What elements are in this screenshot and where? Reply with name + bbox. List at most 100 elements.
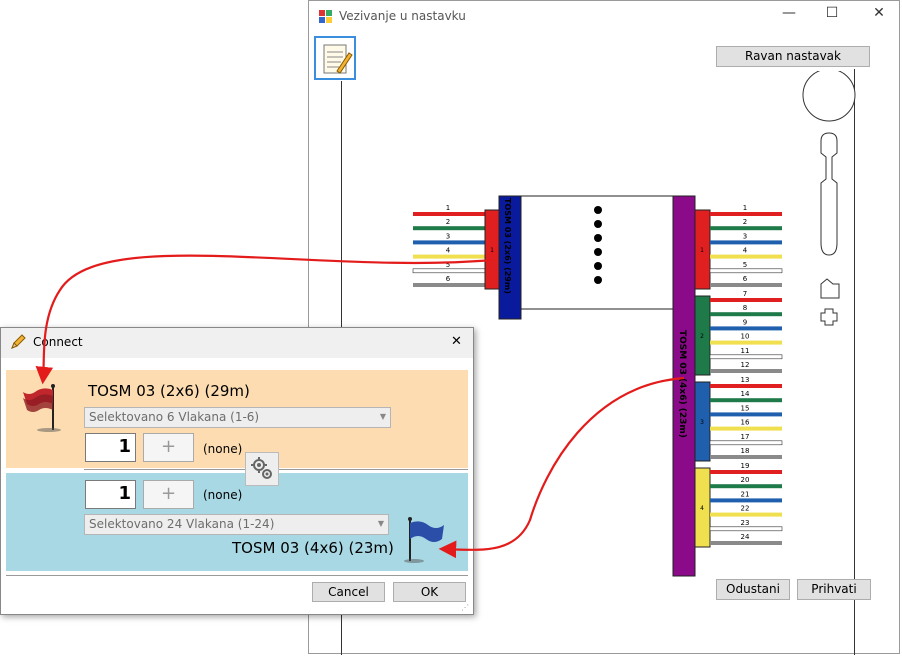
right-fiber-number: 14 bbox=[741, 390, 750, 398]
footer-separator bbox=[6, 575, 468, 576]
splice-dot bbox=[594, 206, 602, 214]
blue-flag-icon bbox=[404, 517, 444, 563]
left-fiber bbox=[413, 212, 485, 216]
right-tube-number: 2 bbox=[700, 333, 704, 340]
target-plus-button[interactable]: + bbox=[143, 480, 194, 509]
source-none-label: (none) bbox=[203, 442, 243, 456]
right-fiber bbox=[709, 526, 783, 532]
right-fiber bbox=[710, 212, 782, 216]
right-fiber-number: 17 bbox=[741, 433, 750, 441]
right-fiber bbox=[710, 326, 782, 331]
left-fiber-number: 5 bbox=[446, 261, 450, 269]
cancel-button[interactable]: Cancel bbox=[312, 582, 385, 602]
chevron-down-icon: ▼ bbox=[379, 412, 386, 421]
splice-dot bbox=[594, 234, 602, 242]
target-start-input[interactable]: 1 bbox=[85, 480, 136, 509]
right-fiber bbox=[710, 484, 782, 489]
right-fiber-number: 3 bbox=[743, 232, 747, 240]
right-fiber bbox=[710, 512, 782, 517]
right-fiber bbox=[709, 268, 783, 274]
right-fiber bbox=[710, 298, 782, 302]
target-combo-text: Selektovano 24 Vlakana (1-24) bbox=[89, 517, 275, 531]
right-fiber bbox=[710, 384, 782, 388]
right-fiber-number: 21 bbox=[741, 490, 750, 498]
left-fiber-number: 2 bbox=[446, 218, 450, 226]
source-plus-button[interactable]: + bbox=[143, 433, 194, 462]
chevron-down-icon: ▼ bbox=[377, 519, 384, 528]
left-fiber bbox=[412, 268, 486, 274]
right-fiber bbox=[710, 498, 782, 503]
left-fiber bbox=[413, 226, 485, 231]
right-fiber-number: 5 bbox=[743, 261, 747, 269]
dialog-close-button[interactable]: ✕ bbox=[451, 334, 462, 349]
right-fiber-number: 8 bbox=[743, 304, 747, 312]
source-fiber-combo[interactable]: Selektovano 6 Vlakana (1-6) ▼ bbox=[84, 407, 391, 428]
splice-dot bbox=[594, 220, 602, 228]
right-fiber-number: 11 bbox=[741, 347, 750, 355]
splice-dot bbox=[594, 276, 602, 284]
source-start-input[interactable]: 1 bbox=[85, 433, 136, 462]
right-fiber-number: 22 bbox=[741, 505, 750, 513]
right-fiber-number: 13 bbox=[741, 376, 750, 384]
right-tube-number: 3 bbox=[700, 419, 704, 426]
left-fiber-number: 6 bbox=[446, 275, 451, 283]
right-fiber bbox=[710, 369, 782, 373]
right-fiber-number: 19 bbox=[741, 462, 750, 470]
right-fiber bbox=[710, 470, 782, 474]
target-section: 1 + (none) Selektovano 24 Vlakana (1-24)… bbox=[6, 473, 468, 571]
right-fiber-number: 16 bbox=[741, 419, 750, 427]
connect-dialog: Connect ✕ TOSM 03 (2x6) (29m) Selektovan… bbox=[0, 327, 474, 615]
right-fiber-number: 4 bbox=[743, 247, 748, 255]
right-fiber-number: 23 bbox=[741, 519, 750, 527]
right-fiber-number: 10 bbox=[741, 333, 750, 341]
source-combo-text: Selektovano 6 Vlakana (1-6) bbox=[89, 410, 260, 424]
right-fiber bbox=[710, 426, 782, 431]
left-fiber-number: 4 bbox=[446, 247, 451, 255]
right-fiber-number: 15 bbox=[741, 404, 750, 412]
target-cable-name: TOSM 03 (4x6) (23m) bbox=[232, 539, 394, 557]
right-fiber bbox=[710, 254, 782, 259]
gears-icon bbox=[251, 457, 272, 479]
right-tube-number: 1 bbox=[700, 247, 704, 254]
right-fiber bbox=[710, 340, 782, 345]
dialog-title: Connect bbox=[33, 335, 83, 349]
right-fiber bbox=[710, 226, 782, 231]
splice-dot bbox=[594, 248, 602, 256]
target-none-label: (none) bbox=[203, 488, 243, 502]
right-fiber bbox=[710, 412, 782, 417]
right-fiber-number: 9 bbox=[743, 318, 747, 326]
ok-button[interactable]: OK bbox=[393, 582, 466, 602]
right-fiber bbox=[709, 440, 783, 446]
settings-button[interactable] bbox=[245, 452, 279, 486]
red-flag-icon bbox=[23, 384, 61, 432]
right-fiber bbox=[710, 312, 782, 317]
left-tube-number: 1 bbox=[490, 247, 494, 254]
right-fiber-number: 12 bbox=[741, 361, 750, 369]
right-fiber bbox=[710, 455, 782, 459]
right-fiber-number: 7 bbox=[743, 290, 747, 298]
left-cable-label: TOSM 03 (2x6) (29m) bbox=[503, 198, 512, 294]
left-fiber bbox=[413, 283, 485, 287]
splice-dot bbox=[594, 262, 602, 270]
left-fiber-number: 1 bbox=[446, 204, 450, 212]
right-cable-label: TOSM 03 (4x6) (23m) bbox=[677, 330, 687, 438]
source-section: TOSM 03 (2x6) (29m) Selektovano 6 Vlakan… bbox=[6, 370, 468, 468]
right-fiber-number: 18 bbox=[741, 447, 750, 455]
right-tube-number: 4 bbox=[700, 505, 704, 512]
right-fiber bbox=[710, 398, 782, 403]
pencil-icon bbox=[11, 334, 26, 349]
right-fiber-number: 1 bbox=[743, 204, 747, 212]
left-fiber bbox=[413, 240, 485, 245]
source-cable-name: TOSM 03 (2x6) (29m) bbox=[88, 382, 250, 400]
left-fiber-number: 3 bbox=[446, 232, 450, 240]
right-fiber-number: 2 bbox=[743, 218, 747, 226]
right-fiber-number: 6 bbox=[743, 275, 748, 283]
left-fiber bbox=[413, 254, 485, 259]
right-fiber bbox=[710, 240, 782, 245]
right-fiber bbox=[709, 354, 783, 360]
right-fiber-number: 20 bbox=[741, 476, 750, 484]
right-fiber-number: 24 bbox=[741, 533, 750, 541]
target-fiber-combo[interactable]: Selektovano 24 Vlakana (1-24) ▼ bbox=[84, 514, 389, 535]
resize-grip[interactable]: ⋰ bbox=[461, 603, 469, 612]
right-fiber bbox=[710, 541, 782, 545]
